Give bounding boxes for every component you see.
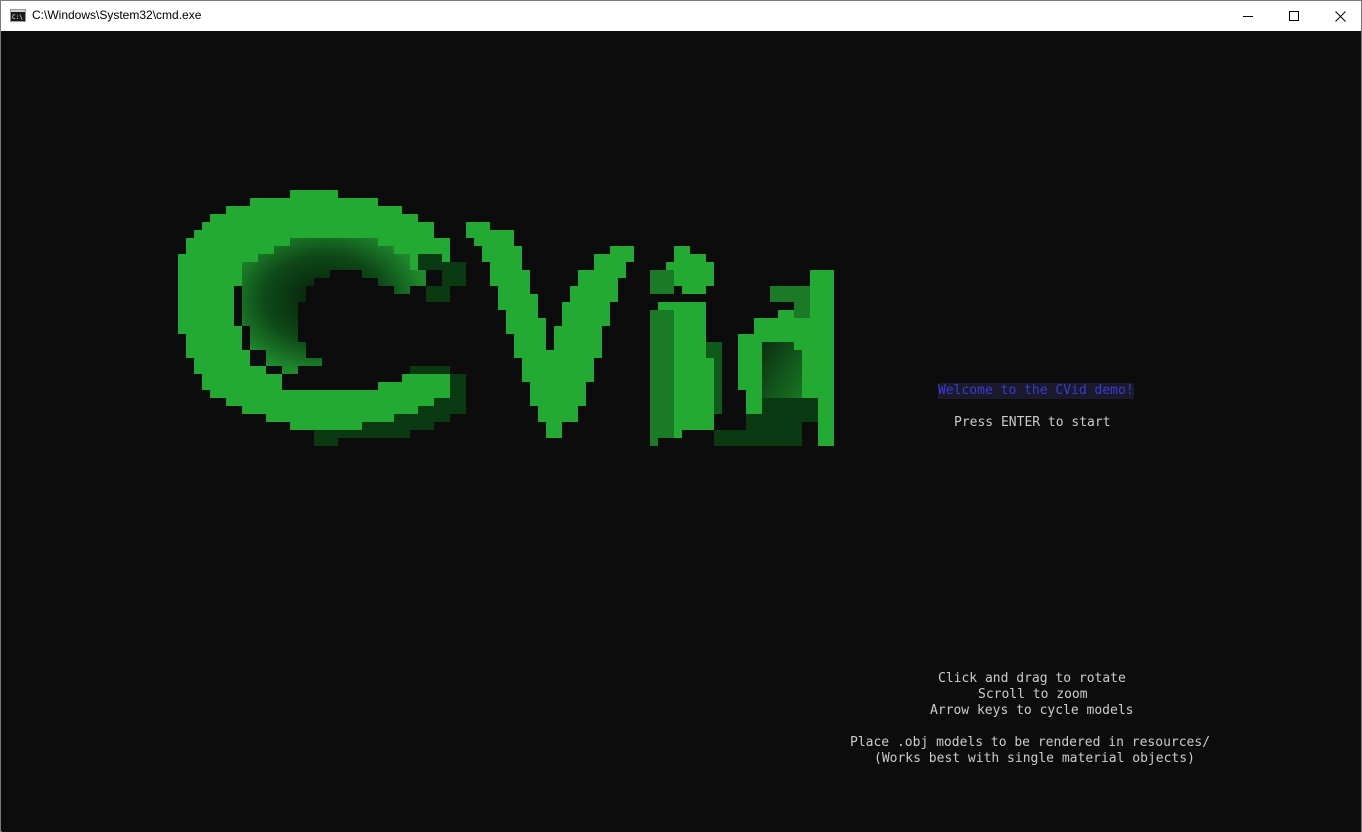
hint-rotate: Click and drag to rotate — [938, 671, 1126, 686]
welcome-message: Welcome to the CVid demo! — [938, 383, 1134, 399]
logo-letter-d — [714, 270, 834, 446]
logo-letter-v — [466, 222, 634, 438]
close-button[interactable] — [1317, 1, 1362, 31]
minimize-icon — [1243, 16, 1253, 17]
maximize-icon — [1289, 11, 1299, 21]
minimize-button[interactable] — [1225, 1, 1271, 31]
close-icon — [1334, 10, 1346, 22]
logo-letter-i — [650, 246, 722, 446]
logo-letter-c — [178, 190, 466, 446]
maximize-button[interactable] — [1271, 1, 1317, 31]
hint-cycle-models: Arrow keys to cycle models — [930, 703, 1134, 718]
hint-material-note: (Works best with single material objects… — [874, 751, 1195, 766]
console-area[interactable]: Welcome to the CVid demo! Press ENTER to… — [2, 32, 1361, 832]
cvid-3d-logo[interactable] — [178, 190, 838, 450]
svg-text:C:\: C:\ — [12, 14, 23, 21]
press-enter-prompt: Press ENTER to start — [954, 415, 1111, 430]
console-window: C:\ C:\Windows\System32\cmd.exe Welcome … — [0, 0, 1362, 832]
title-bar[interactable]: C:\ C:\Windows\System32\cmd.exe — [1, 1, 1361, 31]
cmd-icon[interactable]: C:\ — [10, 9, 26, 22]
window-title: C:\Windows\System32\cmd.exe — [32, 8, 202, 22]
hint-place-models: Place .obj models to be rendered in reso… — [850, 735, 1211, 750]
hint-zoom: Scroll to zoom — [978, 687, 1088, 702]
